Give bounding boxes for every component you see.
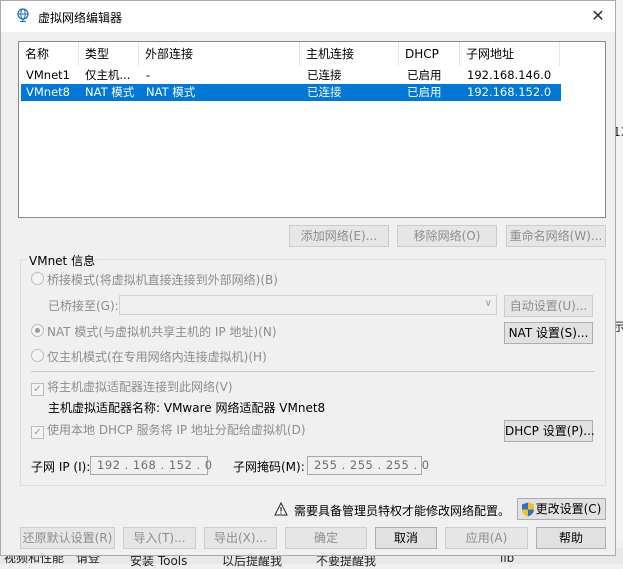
uac-shield-icon [522, 502, 534, 517]
radio-icon [31, 324, 44, 337]
apply-button[interactable]: 应用(A) [445, 527, 528, 549]
cell-host: 已连接 [307, 85, 342, 99]
cancel-button[interactable]: 取消 [375, 527, 437, 549]
nat-settings-button[interactable]: NAT 设置(S)... [504, 322, 593, 344]
rename-network-button[interactable]: 重命名网络(W)... [506, 225, 606, 247]
subnet-mask-field[interactable]: 255 . 255 . 255 . 0 [307, 456, 429, 475]
use-dhcp-checkbox[interactable]: ✓ 使用本地 DHCP 服务将 IP 地址分配给虚拟机(D) [31, 421, 306, 439]
cell-type: 仅主机... [85, 68, 131, 82]
cell-name: VMnet1 [26, 68, 70, 82]
connect-host-adapter-label: 将主机虚拟适配器连接到此网络(V) [47, 380, 233, 394]
cell-dhcp: 已启用 [407, 85, 442, 99]
column-header-host[interactable]: 主机连接 [300, 42, 399, 66]
bridged-to-label: 已桥接至(G): [48, 299, 119, 313]
cell-name: VMnet8 [26, 85, 70, 99]
host-only-radio[interactable]: 仅主机模式(在专用网络内连接虚拟机)(H) [31, 348, 267, 366]
network-list[interactable]: 名称 类型 外部连接 主机连接 DHCP 子网地址 VMnet1 仅主机... … [18, 41, 606, 218]
column-header-name[interactable]: 名称 [19, 42, 79, 66]
title-bar[interactable]: 虚拟网络编辑器 ✕ [1, 1, 615, 32]
divider [31, 371, 594, 372]
column-header-type[interactable]: 类型 [79, 42, 139, 66]
radio-icon [31, 272, 44, 285]
adapter-name-text: 主机虚拟适配器名称: VMware 网络适配器 VMnet8 [48, 401, 326, 415]
table-row-selected[interactable]: VMnet8 NAT 模式 NAT 模式 已连接 已启用 192.168.152… [21, 84, 561, 101]
nat-mode-label: NAT 模式(与虚拟机共享主机的 IP 地址)(N) [47, 325, 277, 339]
warning-icon [274, 502, 288, 516]
subnet-ip-field[interactable]: 192 . 168 . 152 . 0 [90, 456, 212, 475]
column-header-dhcp[interactable]: DHCP [399, 42, 460, 66]
chevron-down-icon: ∨ [484, 298, 492, 309]
cell-type: NAT 模式 [85, 85, 135, 99]
bridge-mode-label: 桥接模式(将虚拟机直接连接到外部网络)(B) [47, 273, 278, 287]
network-globe-icon [17, 8, 29, 22]
add-network-button[interactable]: 添加网络(E)... [289, 225, 389, 247]
admin-notice-text: 需要具备管理员特权才能修改网络配置。 [294, 504, 511, 518]
virtual-network-editor-dialog: 虚拟网络编辑器 ✕ 名称 类型 外部连接 主机连接 DHCP 子网地址 VMne… [0, 0, 616, 556]
radio-icon [31, 349, 44, 362]
close-icon[interactable]: ✕ [586, 5, 610, 27]
cell-dhcp: 已启用 [407, 68, 442, 82]
table-row[interactable]: VMnet1 仅主机... - 已连接 已启用 192.168.146.0 [21, 67, 561, 84]
subnet-ip-label: 子网 IP (I): [31, 460, 91, 474]
auto-settings-button[interactable]: 自动设置(U)... [504, 295, 593, 317]
dhcp-settings-button[interactable]: DHCP 设置(P)... [504, 420, 595, 442]
export-button[interactable]: 导出(X)... [204, 527, 277, 549]
cell-subnet: 192.168.152.0 [467, 85, 552, 99]
checkmark-icon: ✓ [31, 426, 44, 439]
import-button[interactable]: 导入(T)... [123, 527, 196, 549]
cell-external: - [146, 68, 151, 82]
nat-mode-radio[interactable]: NAT 模式(与虚拟机共享主机的 IP 地址)(N) [31, 323, 277, 341]
ok-button[interactable]: 确定 [285, 527, 367, 549]
help-button[interactable]: 帮助 [536, 527, 606, 549]
bridge-mode-radio[interactable]: 桥接模式(将虚拟机直接连接到外部网络)(B) [31, 271, 278, 289]
cell-external: NAT 模式 [146, 85, 196, 99]
bridged-to-select[interactable]: ∨ [119, 295, 497, 315]
vmnet-info-title: VMnet 信息 [27, 252, 98, 269]
list-header: 名称 类型 外部连接 主机连接 DHCP 子网地址 [19, 42, 605, 66]
vmnet-info-group [20, 259, 606, 486]
connect-host-adapter-checkbox[interactable]: ✓ 将主机虚拟适配器连接到此网络(V) [31, 378, 233, 396]
subnet-mask-label: 子网掩码(M): [233, 460, 305, 474]
cell-subnet: 192.168.146.0 [467, 68, 552, 82]
column-header-external[interactable]: 外部连接 [139, 42, 300, 66]
cell-host: 已连接 [307, 68, 342, 82]
column-header-subnet[interactable]: 子网地址 [460, 42, 560, 66]
use-dhcp-label: 使用本地 DHCP 服务将 IP 地址分配给虚拟机(D) [47, 423, 306, 437]
checkmark-icon: ✓ [31, 383, 44, 396]
restore-defaults-button[interactable]: 还原默认设置(R) [20, 527, 115, 549]
change-settings-label: 更改设置(C) [535, 502, 602, 516]
host-only-label: 仅主机模式(在专用网络内连接虚拟机)(H) [47, 350, 267, 364]
remove-network-button[interactable]: 移除网络(O) [397, 225, 497, 247]
window-title: 虚拟网络编辑器 [38, 11, 123, 25]
